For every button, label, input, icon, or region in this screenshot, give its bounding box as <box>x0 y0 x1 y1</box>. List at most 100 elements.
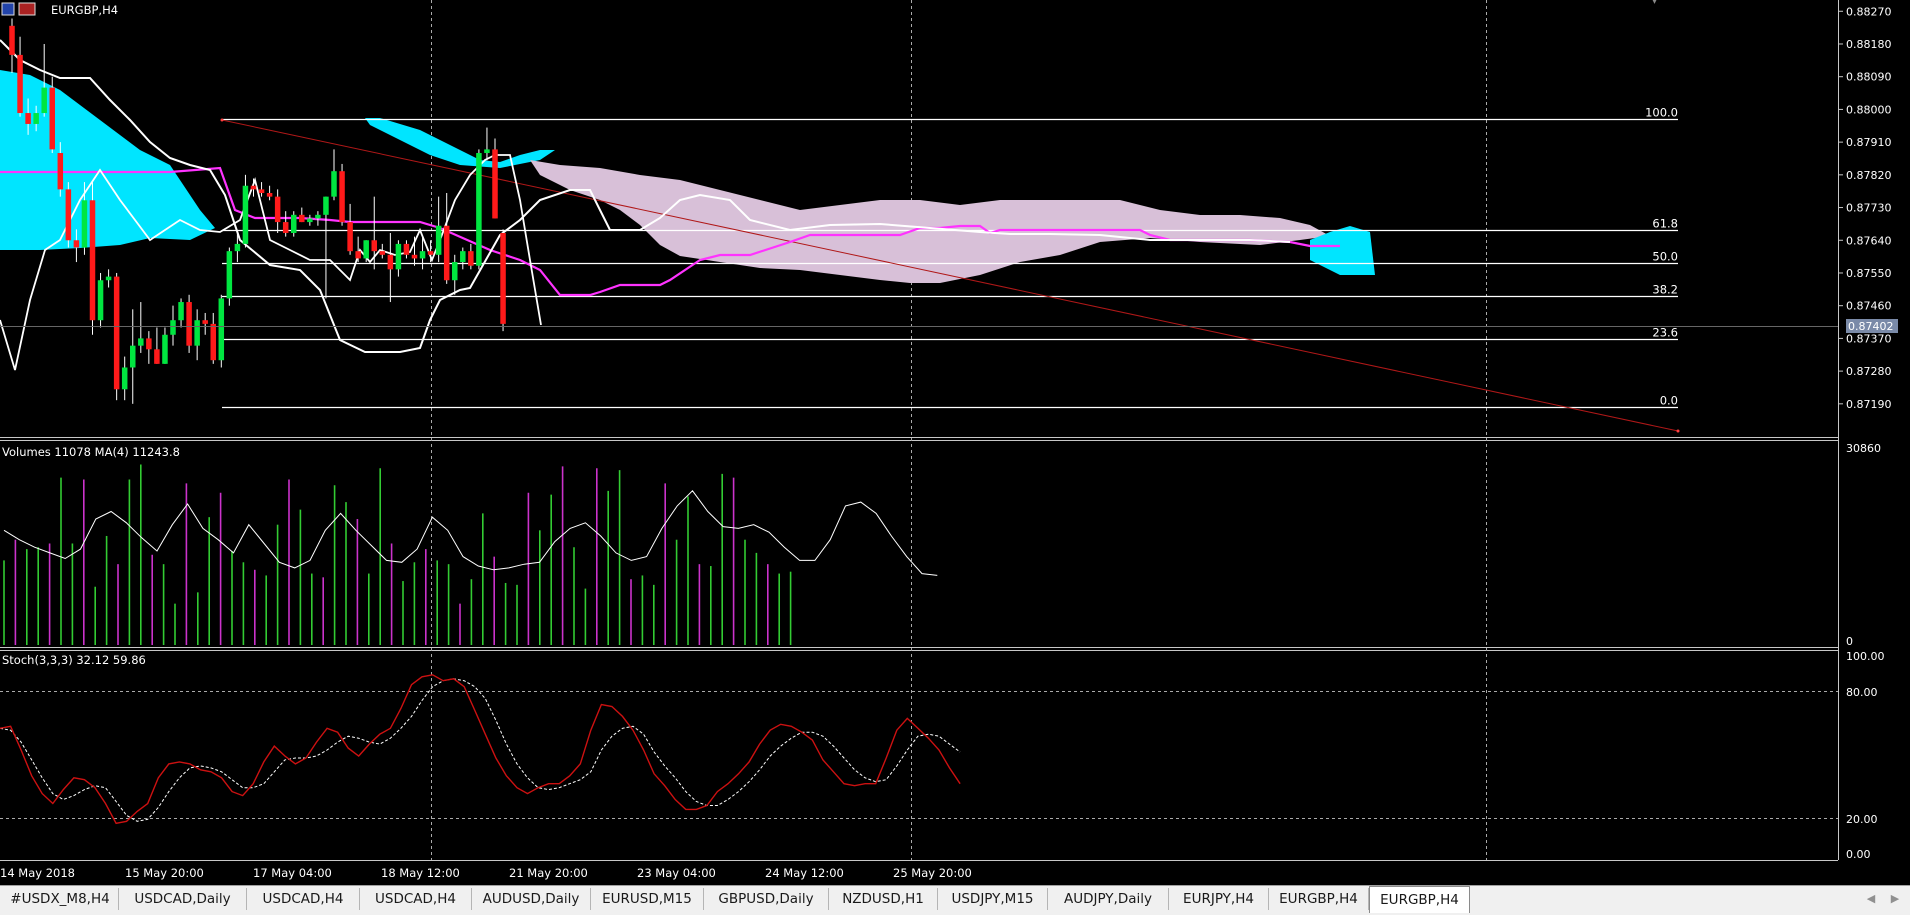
window-icons[interactable] <box>1 2 36 16</box>
tab-scroll-right-icon[interactable]: ▶ <box>1886 890 1904 908</box>
candle[interactable] <box>202 312 208 335</box>
candle[interactable] <box>274 189 281 233</box>
candle[interactable] <box>162 327 168 364</box>
candle[interactable] <box>113 272 120 401</box>
trend-line[interactable] <box>221 119 1679 432</box>
scroll-indicator-icon[interactable]: ▾ <box>1652 0 1657 7</box>
candle-body <box>105 276 112 281</box>
candle[interactable] <box>331 149 337 201</box>
candle[interactable] <box>443 193 450 284</box>
candle[interactable] <box>307 214 313 226</box>
candle-body <box>403 243 410 255</box>
volume-min-label: 0 <box>1846 635 1853 648</box>
candle-body <box>419 251 426 259</box>
candle[interactable] <box>226 247 233 306</box>
candle-body <box>81 200 88 248</box>
candle-body <box>162 334 168 364</box>
tab-usdcad-h4[interactable]: USDCAD,H4 <box>247 888 360 910</box>
candle[interactable] <box>476 149 482 270</box>
candle[interactable] <box>186 294 192 353</box>
tab-audusd-daily[interactable]: AUDUSD,Daily <box>472 888 591 910</box>
candle-body <box>138 338 144 346</box>
candle[interactable] <box>41 43 47 117</box>
chart-canvas[interactable]: 100.0 61.8 50.0 38.2 23.6 0.0 EURGBP,H4 Volum… <box>0 0 1910 885</box>
candle[interactable] <box>379 243 386 259</box>
candle[interactable] <box>138 302 144 353</box>
trend-line-handle-end[interactable] <box>1676 429 1680 433</box>
chart-menu-icon <box>1 2 15 16</box>
tab-scroll-left-icon[interactable]: ◀ <box>1862 890 1880 908</box>
tab-usdjpy-m15[interactable]: USDJPY,M15 <box>938 888 1048 910</box>
candle[interactable] <box>403 240 410 259</box>
candle-body <box>154 349 160 364</box>
candle-body <box>113 276 120 390</box>
candle[interactable] <box>460 247 466 270</box>
candle[interactable] <box>387 232 394 303</box>
tab-eurgbp-h4-active[interactable]: EURGBP,H4 <box>1369 886 1470 913</box>
candle-body <box>427 251 434 255</box>
tab-nzdusd-h1[interactable]: NZDUSD,H1 <box>829 888 938 910</box>
tab-audjpy-daily[interactable]: AUDJPY,Daily <box>1048 888 1169 910</box>
tab-usdx-m8-h4[interactable]: #USDX_M8,H4 <box>2 888 119 910</box>
candle[interactable] <box>105 269 112 288</box>
candle[interactable] <box>339 163 345 226</box>
candle[interactable] <box>170 305 176 346</box>
candle[interactable] <box>452 254 458 295</box>
price-label: 0.87460 <box>1846 300 1892 313</box>
candle[interactable] <box>395 240 402 277</box>
stoch-axis: 100.00 80.00 20.00 0.00 <box>1846 650 1885 861</box>
tab-eurjpy-h4[interactable]: EURJPY,H4 <box>1169 888 1269 910</box>
kumo-bear <box>530 160 1330 283</box>
candle-body <box>435 225 442 255</box>
candle[interactable] <box>194 309 200 361</box>
candle[interactable] <box>9 18 15 74</box>
candle-body <box>460 251 466 263</box>
time-label: 17 May 04:00 <box>253 866 332 880</box>
candle[interactable] <box>89 182 96 335</box>
candle[interactable] <box>258 182 265 197</box>
candle[interactable] <box>323 196 329 299</box>
candle[interactable] <box>282 211 289 237</box>
candle-body <box>57 153 64 190</box>
candle[interactable] <box>218 294 225 368</box>
candle[interactable] <box>500 229 506 332</box>
candle[interactable] <box>435 196 442 263</box>
candle[interactable] <box>210 312 217 364</box>
candle[interactable] <box>97 272 104 328</box>
kumo-bull-top <box>365 118 555 168</box>
candle[interactable] <box>49 76 56 154</box>
candle[interactable] <box>242 174 249 248</box>
price-label: 0.88000 <box>1846 103 1892 116</box>
trend-line-handle-start[interactable] <box>220 118 224 122</box>
candle[interactable] <box>178 298 184 328</box>
volume-histogram[interactable] <box>3 464 792 645</box>
current-price-value: 0.87402 <box>1848 320 1894 333</box>
candle-body <box>218 298 225 361</box>
candle[interactable] <box>146 331 152 364</box>
candle[interactable] <box>121 356 128 401</box>
tab-usdcad-daily[interactable]: USDCAD,Daily <box>119 888 247 910</box>
candle[interactable] <box>17 36 23 117</box>
candle[interactable] <box>291 211 297 237</box>
candle[interactable] <box>130 309 136 404</box>
candle[interactable] <box>468 243 474 270</box>
tab-usdcad-h4-2[interactable]: USDCAD,H4 <box>360 888 472 910</box>
fib-level-label: 38.2 <box>1652 283 1678 297</box>
tab-eurgbp-h4[interactable]: EURGBP,H4 <box>1269 888 1369 910</box>
candle[interactable] <box>347 203 353 255</box>
stoch-main-line <box>0 674 961 825</box>
tab-eurusd-m15[interactable]: EURUSD,M15 <box>591 888 704 910</box>
candle-body <box>41 87 47 114</box>
panel-frames <box>0 0 1839 861</box>
candle[interactable] <box>315 211 321 226</box>
candle[interactable] <box>484 127 490 161</box>
candle[interactable] <box>299 207 305 223</box>
candle-body <box>89 200 96 321</box>
candle[interactable] <box>154 327 160 364</box>
candle[interactable] <box>65 182 72 248</box>
candle[interactable] <box>266 185 273 201</box>
candle[interactable] <box>411 236 418 266</box>
tab-gbpusd-daily[interactable]: GBPUSD,Daily <box>704 888 829 910</box>
candle-body <box>25 113 31 124</box>
candle[interactable] <box>492 138 498 219</box>
